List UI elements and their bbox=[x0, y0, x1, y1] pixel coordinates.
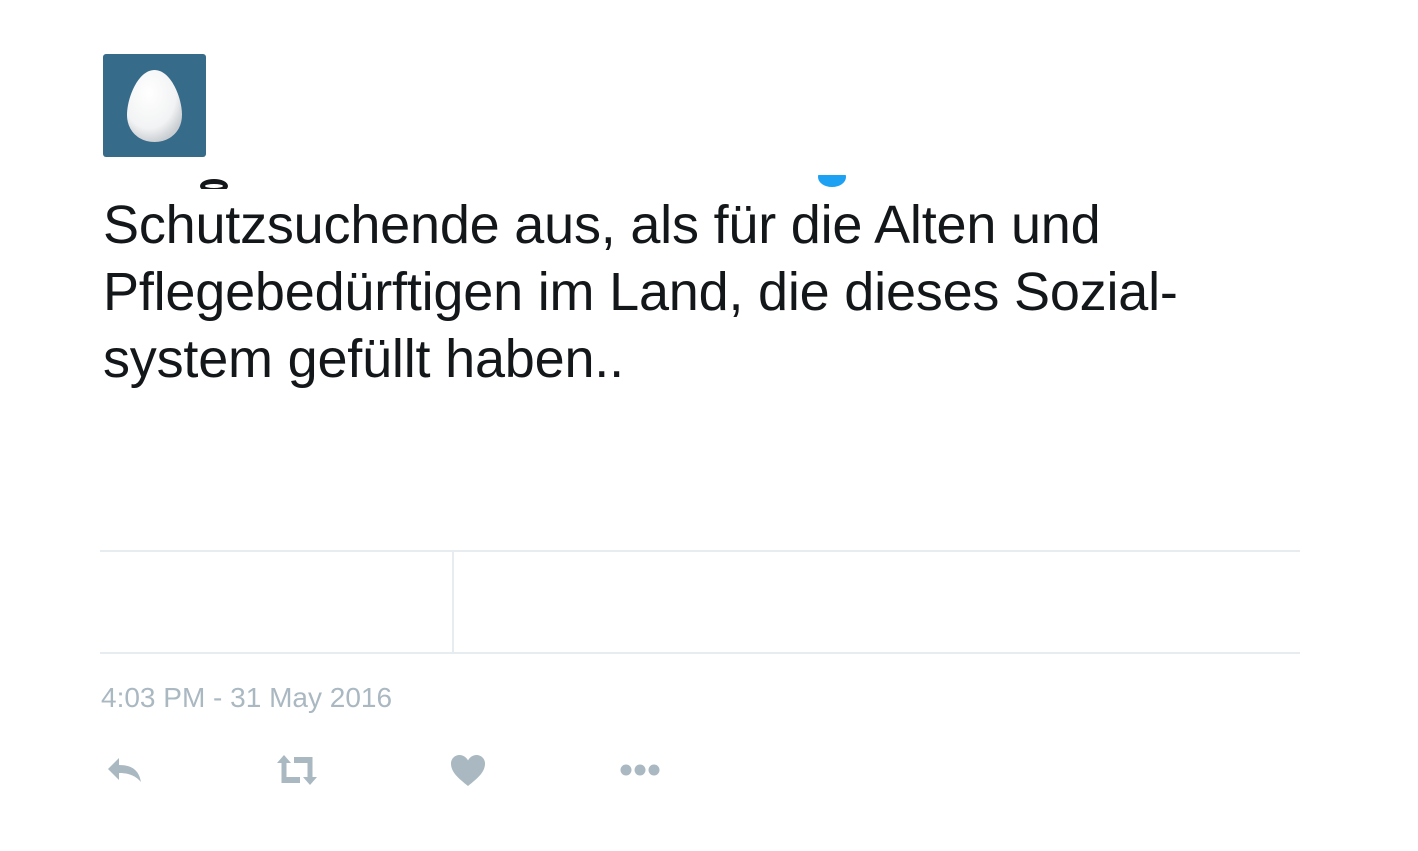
more-dots-icon bbox=[620, 764, 660, 776]
egg-icon bbox=[127, 70, 182, 142]
retweet-icon bbox=[277, 755, 317, 785]
tweet-text-line: Pflegebedürftigen im Land, die dieses So… bbox=[103, 262, 1178, 322]
media-card[interactable] bbox=[100, 550, 1300, 654]
clipped-text-line bbox=[0, 175, 1418, 189]
avatar[interactable] bbox=[103, 54, 206, 157]
media-divider bbox=[452, 552, 454, 652]
heart-icon bbox=[451, 755, 485, 786]
verified-badge-icon bbox=[818, 175, 846, 187]
retweet-button[interactable] bbox=[273, 748, 321, 792]
like-button[interactable] bbox=[444, 748, 492, 792]
reply-icon bbox=[108, 758, 141, 782]
tweet-text-line: system gefüllt haben.. bbox=[103, 329, 624, 389]
tweet-text: Schutzsuchende aus, als für die Alten un… bbox=[103, 192, 1263, 393]
more-button[interactable] bbox=[616, 748, 664, 792]
clipped-glyph-fragment bbox=[200, 179, 228, 189]
tweet-timestamp[interactable]: 4:03 PM - 31 May 2016 bbox=[101, 682, 392, 714]
reply-button[interactable] bbox=[101, 748, 149, 792]
tweet-text-line: Schutzsuchende aus, als für die Alten un… bbox=[103, 195, 1101, 255]
